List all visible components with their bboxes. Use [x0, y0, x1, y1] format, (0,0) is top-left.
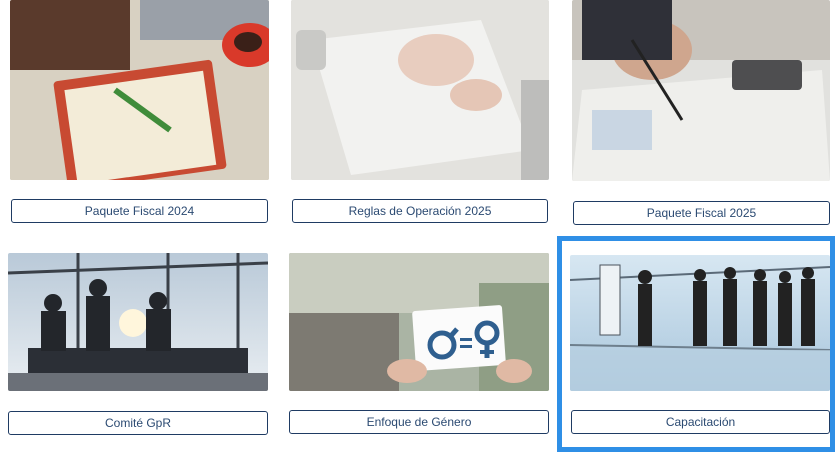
capacitacion-button[interactable]: Capacitación: [571, 410, 830, 434]
card-image-enfoque-de-genero[interactable]: [289, 253, 549, 391]
card-image-paquete-fiscal-2025[interactable]: [572, 0, 830, 181]
card-image-reglas-de-operacion-2025[interactable]: [291, 0, 549, 180]
paquete-fiscal-2024-button[interactable]: Paquete Fiscal 2024: [11, 199, 268, 223]
reglas-de-operacion-2025-button[interactable]: Reglas de Operación 2025: [292, 199, 548, 223]
paquete-fiscal-2025-button[interactable]: Paquete Fiscal 2025: [573, 201, 830, 225]
comite-gpr-button[interactable]: Comité GpR: [8, 411, 268, 435]
card-image-paquete-fiscal-2024[interactable]: [10, 0, 269, 180]
enfoque-de-genero-button[interactable]: Enfoque de Género: [289, 410, 549, 434]
card-image-capacitacion[interactable]: [570, 255, 830, 391]
card-image-comite-gpr[interactable]: [8, 253, 268, 391]
